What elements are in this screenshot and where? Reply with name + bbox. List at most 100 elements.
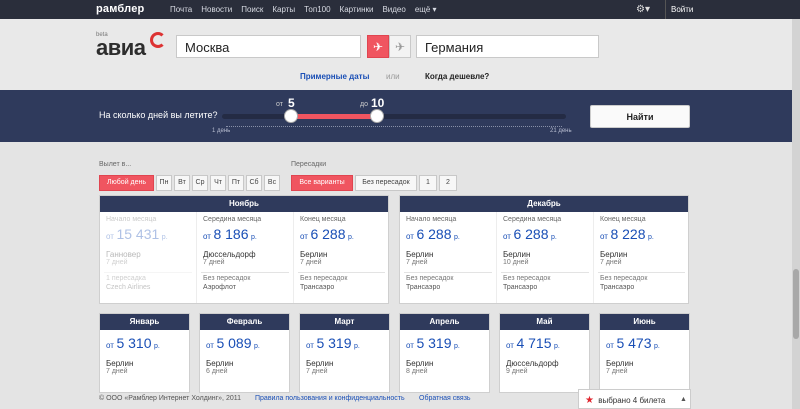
price: от 6 288 р. bbox=[406, 226, 460, 242]
destination-input[interactable]: Германия bbox=[416, 35, 599, 58]
divider bbox=[201, 272, 289, 273]
divider bbox=[404, 272, 492, 273]
price-cell[interactable]: от 5 310 р. Берлин 7 дней bbox=[100, 330, 190, 392]
month-card-november: Ноябрь Начало месяца от 15 431 р. Ганнов… bbox=[99, 195, 389, 304]
duration-min-label: 1 день bbox=[212, 128, 231, 134]
stops-info: 1 пересадка bbox=[106, 275, 146, 282]
price-cell[interactable]: Середина месяца от 8 186 р. Дюссельдорф … bbox=[196, 212, 293, 303]
mode-when-cheaper[interactable]: Когда дешевле? bbox=[425, 72, 489, 81]
price: от 8 186 р. bbox=[203, 226, 257, 242]
nav-link-images[interactable]: Картинки bbox=[340, 5, 374, 14]
duration-band: На сколько дней вы летите? от 5 до 10 1 … bbox=[0, 90, 800, 142]
price-cell[interactable]: от 5 473 р. Берлин 7 дней bbox=[600, 330, 690, 392]
trip-days: 7 дней bbox=[600, 259, 622, 266]
price-cell[interactable]: от 4 715 р. Дюссельдорф 9 дней bbox=[500, 330, 590, 392]
duration-max-label: 21 день bbox=[550, 128, 572, 134]
month-title: Ноябрь bbox=[100, 196, 388, 212]
trip-days: 9 дней bbox=[506, 368, 528, 375]
price: от 8 228 р. bbox=[600, 226, 654, 242]
trip-days: 6 дней bbox=[206, 368, 228, 375]
divider bbox=[501, 272, 589, 273]
month-card-may: Май от 4 715 р. Дюссельдорф 9 дней bbox=[499, 313, 590, 393]
nav-link-mail[interactable]: Почта bbox=[170, 5, 192, 14]
airline-name: Аэрофлот bbox=[203, 284, 236, 291]
avia-wordmark: авиа bbox=[96, 35, 146, 60]
weekday-thu[interactable]: Чт bbox=[210, 175, 226, 191]
destination-city: Берлин bbox=[406, 250, 434, 259]
price-cell[interactable]: Конец месяца от 6 288 р. Берлин 7 дней Б… bbox=[293, 212, 389, 303]
mode-approx-dates[interactable]: Примерные даты bbox=[300, 72, 369, 81]
price-cell[interactable]: от 5 319 р. Берлин 8 дней bbox=[400, 330, 490, 392]
avia-ring-icon bbox=[150, 32, 166, 48]
period-label: Конец месяца bbox=[600, 216, 646, 223]
nav-link-video[interactable]: Видео bbox=[382, 5, 405, 14]
weekday-wed[interactable]: Ср bbox=[192, 175, 208, 191]
duration-slider-range bbox=[290, 114, 376, 119]
price-cell[interactable]: Начало месяца от 15 431 р. Ганновер 7 дн… bbox=[100, 212, 196, 303]
stops-one[interactable]: 1 bbox=[419, 175, 437, 191]
price: от 6 288 р. bbox=[300, 226, 354, 242]
copyright: © ООО «Рамблер Интернет Холдинг», 2011 bbox=[99, 395, 241, 402]
stops-all[interactable]: Все варианты bbox=[291, 175, 353, 191]
nav-link-search[interactable]: Поиск bbox=[241, 5, 263, 14]
destination-city: Дюссельдорф bbox=[203, 250, 256, 259]
duration-to-label: до bbox=[360, 101, 368, 108]
price: от 6 288 р. bbox=[503, 226, 557, 242]
destination-city: Берлин bbox=[600, 250, 628, 259]
price-cell[interactable]: Середина месяца от 6 288 р. Берлин 10 дн… bbox=[496, 212, 593, 303]
destination-city: Берлин bbox=[606, 359, 634, 368]
nav-link-top100[interactable]: Топ100 bbox=[304, 5, 330, 14]
top-nav: Почта Новости Поиск Карты Топ100 Картинк… bbox=[170, 5, 446, 14]
trip-days: 7 дней bbox=[306, 368, 328, 375]
month-card-april: Апрель от 5 319 р. Берлин 8 дней bbox=[399, 313, 490, 393]
month-card-december: Декабрь Начало месяца от 6 288 р. Берлин… bbox=[399, 195, 689, 304]
nav-link-maps[interactable]: Карты bbox=[272, 5, 295, 14]
terms-link[interactable]: Правила пользования и конфиденциальность bbox=[255, 395, 405, 402]
selected-tickets-panel[interactable]: ★ выбрано 4 билета ▲ bbox=[578, 389, 691, 409]
weekday-tue[interactable]: Вт bbox=[174, 175, 190, 191]
scrollbar-thumb[interactable] bbox=[793, 269, 799, 339]
settings-gear-icon[interactable]: ⚙▾ bbox=[636, 4, 650, 15]
weekday-sun[interactable]: Вс bbox=[264, 175, 280, 191]
divider bbox=[104, 272, 192, 273]
expand-caret-icon[interactable]: ▲ bbox=[680, 396, 687, 403]
feedback-link[interactable]: Обратная связь bbox=[419, 395, 471, 402]
nav-link-more[interactable]: ещё ▾ bbox=[415, 5, 437, 14]
find-button[interactable]: Найти bbox=[590, 105, 690, 128]
page-scrollbar[interactable] bbox=[792, 19, 800, 409]
origin-input[interactable]: Москва bbox=[176, 35, 361, 58]
price: от 5 473 р. bbox=[606, 335, 660, 351]
duration-slider-min-handle[interactable] bbox=[284, 109, 298, 123]
price-cell[interactable]: от 5 089 р. Берлин 6 дней bbox=[200, 330, 290, 392]
month-title: Январь bbox=[100, 314, 189, 330]
rambler-logo[interactable]: рамблер bbox=[96, 3, 144, 15]
month-title: Декабрь bbox=[400, 196, 688, 212]
price-cell[interactable]: Начало месяца от 6 288 р. Берлин 7 дней … bbox=[400, 212, 496, 303]
duration-from-value: 5 bbox=[288, 96, 295, 110]
duration-question: На сколько дней вы летите? bbox=[99, 110, 218, 120]
month-card-february: Февраль от 5 089 р. Берлин 6 дней bbox=[199, 313, 290, 393]
month-card-march: Март от 5 319 р. Берлин 7 дней bbox=[299, 313, 390, 393]
selected-tickets-count: выбрано 4 билета bbox=[598, 396, 666, 405]
destination-city: Ганновер bbox=[106, 250, 141, 259]
price-cell[interactable]: от 5 319 р. Берлин 7 дней bbox=[300, 330, 390, 392]
month-title: Июнь bbox=[600, 314, 689, 330]
weekday-mon[interactable]: Пн bbox=[156, 175, 172, 191]
stops-none[interactable]: Без пересадок bbox=[355, 175, 417, 191]
destination-city: Берлин bbox=[206, 359, 234, 368]
destination-city: Берлин bbox=[306, 359, 334, 368]
weekday-fri[interactable]: Пт bbox=[228, 175, 244, 191]
duration-slider-track[interactable] bbox=[222, 109, 566, 123]
stops-two[interactable]: 2 bbox=[439, 175, 457, 191]
price-cell[interactable]: Конец месяца от 8 228 р. Берлин 7 дней Б… bbox=[593, 212, 689, 303]
divider bbox=[298, 272, 385, 273]
duration-slider-max-handle[interactable] bbox=[370, 109, 384, 123]
login-link[interactable]: Войти bbox=[665, 0, 693, 19]
plane-return-icon[interactable]: ✈ bbox=[389, 35, 411, 58]
plane-outbound-icon[interactable]: ✈ bbox=[367, 35, 389, 58]
weekday-sat[interactable]: Сб bbox=[246, 175, 262, 191]
nav-link-news[interactable]: Новости bbox=[201, 5, 232, 14]
trip-days: 7 дней bbox=[106, 368, 128, 375]
weekday-any[interactable]: Любой день bbox=[99, 175, 154, 191]
trip-days: 8 дней bbox=[406, 368, 428, 375]
